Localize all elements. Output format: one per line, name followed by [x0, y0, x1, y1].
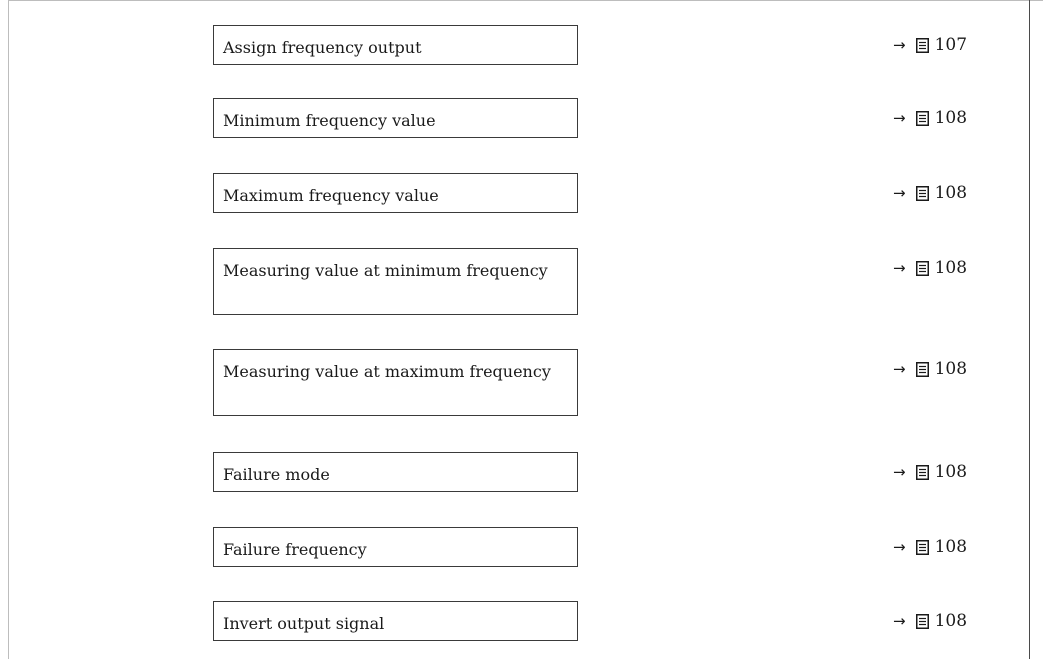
frame-top-border [8, 0, 1043, 1]
frame-right-border [1029, 0, 1030, 659]
arrow-right-icon: → [893, 259, 906, 277]
arrow-right-icon: → [893, 612, 906, 630]
parameter-label: Invert output signal [223, 614, 385, 633]
page-reference-icon [915, 361, 929, 377]
parameter-label: Assign frequency output [223, 38, 422, 57]
parameter-box-assign-frequency-output[interactable]: Assign frequency output [213, 25, 578, 65]
page-reference[interactable]: → 108 [893, 609, 967, 633]
page-number: 108 [934, 258, 968, 278]
parameter-label: Failure frequency [223, 540, 367, 559]
frame-left-border [8, 0, 9, 659]
arrow-right-icon: → [893, 184, 906, 202]
page-reference-icon [915, 37, 929, 53]
page-reference[interactable]: → 108 [893, 106, 967, 130]
page-number: 108 [934, 183, 968, 203]
page-reference[interactable]: → 108 [893, 181, 967, 205]
parameter-box-maximum-frequency-value[interactable]: Maximum frequency value [213, 173, 578, 213]
parameter-label: Measuring value at maximum frequency [223, 362, 551, 381]
parameter-box-failure-mode[interactable]: Failure mode [213, 452, 578, 492]
page-reference[interactable]: → 108 [893, 535, 967, 559]
page-reference-icon [915, 539, 929, 555]
page-reference[interactable]: → 108 [893, 256, 967, 280]
page-number: 108 [934, 108, 968, 128]
page-number: 107 [934, 35, 968, 55]
parameter-box-measuring-value-at-maximum-frequency[interactable]: Measuring value at maximum frequency [213, 349, 578, 416]
parameter-label: Minimum frequency value [223, 111, 436, 130]
parameter-label: Measuring value at minimum frequency [223, 261, 548, 280]
arrow-right-icon: → [893, 109, 906, 127]
page-reference-icon [915, 464, 929, 480]
arrow-right-icon: → [893, 463, 906, 481]
page-reference-icon [915, 613, 929, 629]
arrow-right-icon: → [893, 36, 906, 54]
page-reference[interactable]: → 107 [893, 33, 967, 57]
page-number: 108 [934, 537, 968, 557]
parameter-label: Maximum frequency value [223, 186, 439, 205]
page-reference-icon [915, 110, 929, 126]
parameter-label: Failure mode [223, 465, 330, 484]
page-number: 108 [934, 462, 968, 482]
page-reference-icon [915, 185, 929, 201]
page-reference-icon [915, 260, 929, 276]
page-reference[interactable]: → 108 [893, 460, 967, 484]
page-number: 108 [934, 359, 968, 379]
parameter-box-measuring-value-at-minimum-frequency[interactable]: Measuring value at minimum frequency [213, 248, 578, 315]
parameter-box-minimum-frequency-value[interactable]: Minimum frequency value [213, 98, 578, 138]
arrow-right-icon: → [893, 360, 906, 378]
parameter-box-invert-output-signal[interactable]: Invert output signal [213, 601, 578, 641]
parameter-box-failure-frequency[interactable]: Failure frequency [213, 527, 578, 567]
page-number: 108 [934, 611, 968, 631]
page-reference[interactable]: → 108 [893, 357, 967, 381]
arrow-right-icon: → [893, 538, 906, 556]
